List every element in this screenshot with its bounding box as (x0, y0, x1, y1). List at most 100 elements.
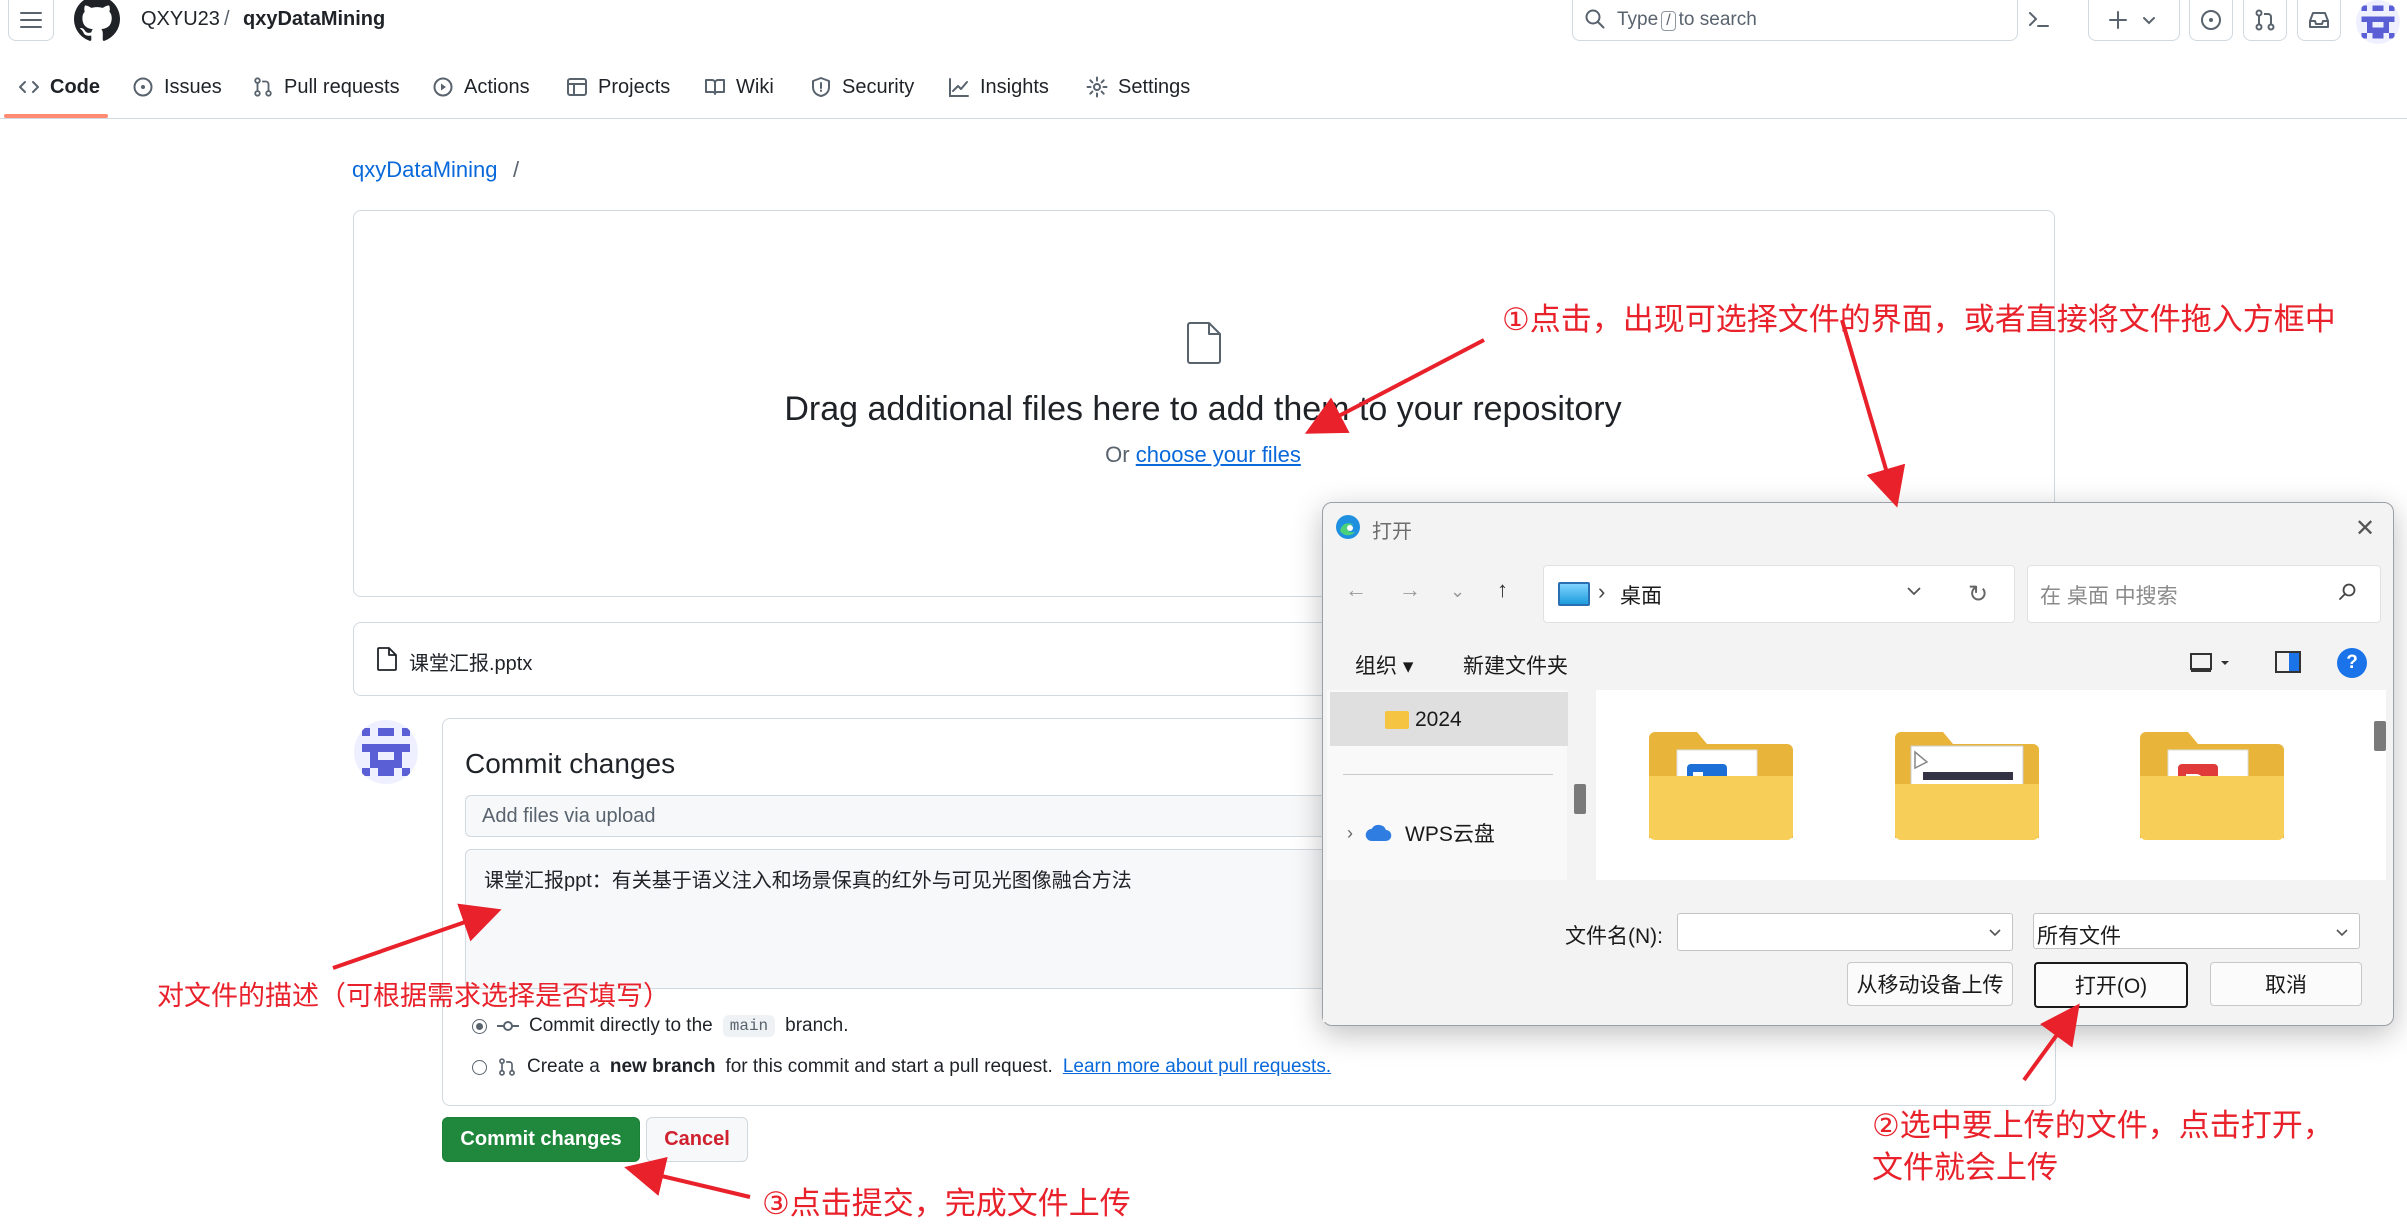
commit-direct-option[interactable]: Commit directly to the main branch. (472, 1013, 849, 1039)
menu-button[interactable] (8, 0, 54, 41)
tab-code[interactable]: Code (18, 72, 100, 102)
help-icon[interactable]: ? (2337, 648, 2367, 678)
learn-more-link[interactable]: Learn more about pull requests. (1063, 1056, 1331, 1078)
filename-input[interactable] (1677, 913, 2013, 951)
filetype-select[interactable]: 所有文件 (2033, 913, 2360, 949)
organize-menu[interactable]: 组织 ▾ (1355, 650, 1413, 680)
commit-form-title: Commit changes (465, 748, 676, 779)
create-new-button[interactable] (2088, 0, 2180, 41)
desktop-icon (1558, 582, 1590, 606)
graph-icon (949, 78, 969, 97)
slash-shortcut-key: / (1661, 11, 1676, 31)
tab-issues[interactable]: Issues (132, 72, 222, 102)
annotation-step2-line1: ②选中要上传的文件，点击打开， (1872, 1108, 2334, 1143)
forward-arrow-icon[interactable]: → (1399, 577, 1421, 603)
search-placeholder: Type / to search (1617, 9, 1757, 31)
tab-security[interactable]: Security (810, 72, 914, 102)
issues-button[interactable] (2189, 0, 2233, 41)
git-commit-icon (497, 1021, 519, 1031)
tab-code-label: Code (50, 75, 100, 98)
up-arrow-icon[interactable]: ↑ (1497, 577, 1508, 603)
filename-label: 文件名(N): (1565, 925, 1663, 948)
pull-requests-button[interactable] (2243, 0, 2287, 41)
tab-settings[interactable]: Settings (1086, 72, 1190, 102)
tab-settings-label: Settings (1118, 75, 1191, 98)
repo-link[interactable]: qxyDataMining (243, 8, 385, 31)
annotation-step3: ③点击提交，完成文件上传 (762, 1186, 1131, 1221)
pull-request-icon (499, 1058, 515, 1076)
pull-request-icon (2255, 9, 2275, 31)
tab-projects[interactable]: Projects (566, 72, 670, 102)
back-arrow-icon[interactable]: ← (1345, 577, 1367, 603)
plus-icon (2109, 11, 2155, 29)
dialog-title: 打开 (1372, 521, 1412, 543)
file-list-scrollbar[interactable] (2374, 721, 2386, 751)
avatar[interactable] (2356, 0, 2400, 44)
cloud-icon (1365, 824, 1392, 842)
tab-pull-requests[interactable]: Pull requests (252, 72, 400, 102)
path-separator: / (513, 157, 520, 182)
dialog-search-placeholder: 在 桌面 中搜索 (2040, 585, 2178, 608)
tab-wiki[interactable]: Wiki (704, 72, 774, 102)
expand-chevron-icon[interactable]: › (1347, 823, 1353, 844)
view-options-icon[interactable] (2190, 652, 2236, 674)
chevron-down-icon[interactable] (1905, 582, 1923, 600)
choose-files-link[interactable]: choose your files (1136, 442, 1301, 467)
refresh-icon[interactable]: ↻ (1968, 580, 1988, 609)
annotation-step1: ①点击，出现可选择文件的界面，或者直接将文件拖入方框中 (1502, 302, 2336, 337)
tree-item-wps-cloud[interactable]: › WPS云盘 (1347, 818, 1495, 848)
upload-from-mobile-button[interactable]: 从移动设备上传 (1847, 962, 2013, 1006)
code-icon (19, 81, 39, 93)
search-icon (2338, 582, 2358, 602)
tree-item-2024[interactable]: 2024 (1385, 708, 1462, 732)
dropzone-subtitle: Or choose your files (1105, 442, 1301, 467)
recent-locations-icon[interactable]: ⌄ (1450, 581, 1465, 602)
file-icon (377, 647, 397, 671)
dialog-cancel-button[interactable]: 取消 (2210, 962, 2362, 1006)
tab-issues-label: Issues (164, 75, 222, 98)
tab-wiki-label: Wiki (736, 75, 774, 98)
github-logo-icon[interactable] (74, 0, 120, 42)
command-palette-icon[interactable] (2026, 6, 2052, 32)
commit-changes-button[interactable]: Commit changes (442, 1117, 640, 1162)
radio-unselected[interactable] (472, 1059, 487, 1075)
tab-pull-requests-label: Pull requests (284, 75, 400, 98)
selected-tab-indicator (4, 114, 108, 118)
cancel-button[interactable]: Cancel (646, 1117, 748, 1162)
address-text: 桌面 (1620, 585, 1662, 608)
folder-icon[interactable] (1893, 728, 2041, 844)
arrow-to-commit-button (624, 1156, 751, 1199)
search-icon (1584, 8, 1606, 30)
tab-actions[interactable]: Actions (432, 72, 530, 102)
nav-pane-scrollbar[interactable] (1574, 784, 1586, 814)
close-icon[interactable]: ✕ (2355, 514, 2375, 543)
path-repo-link[interactable]: qxyDataMining (352, 157, 498, 183)
avatar (354, 720, 418, 784)
preview-pane-icon[interactable] (2275, 651, 2301, 673)
commit-new-branch-option[interactable]: Create a new branch for this commit and … (472, 1054, 1331, 1080)
owner-link[interactable]: QXYU23 (141, 8, 220, 31)
pull-request-icon (254, 77, 272, 97)
breadcrumb-separator: / (224, 8, 230, 30)
folder-icon[interactable] (2138, 728, 2286, 844)
inbox-button[interactable] (2297, 0, 2341, 41)
play-icon (433, 77, 453, 97)
annotation-step2-line2: 文件就会上传 (1872, 1150, 2058, 1185)
chevron-down-icon[interactable] (1988, 925, 2002, 939)
new-folder-button[interactable]: 新建文件夹 (1463, 650, 1568, 680)
file-icon (1187, 322, 1221, 364)
hamburger-icon (20, 12, 42, 28)
tab-insights[interactable]: Insights (948, 72, 1049, 102)
table-icon (567, 78, 587, 96)
shield-icon (812, 77, 830, 97)
branch-name-chip: main (722, 1015, 776, 1037)
tab-actions-label: Actions (464, 75, 530, 98)
pane-divider (1343, 774, 1553, 775)
folder-icon[interactable] (1647, 728, 1795, 844)
chevron-down-icon[interactable] (2335, 925, 2349, 939)
tab-insights-label: Insights (980, 75, 1049, 98)
inbox-icon (2309, 12, 2329, 28)
radio-selected[interactable] (472, 1018, 487, 1034)
address-bar[interactable] (1543, 565, 2015, 623)
open-button[interactable]: 打开(O) (2034, 962, 2188, 1008)
